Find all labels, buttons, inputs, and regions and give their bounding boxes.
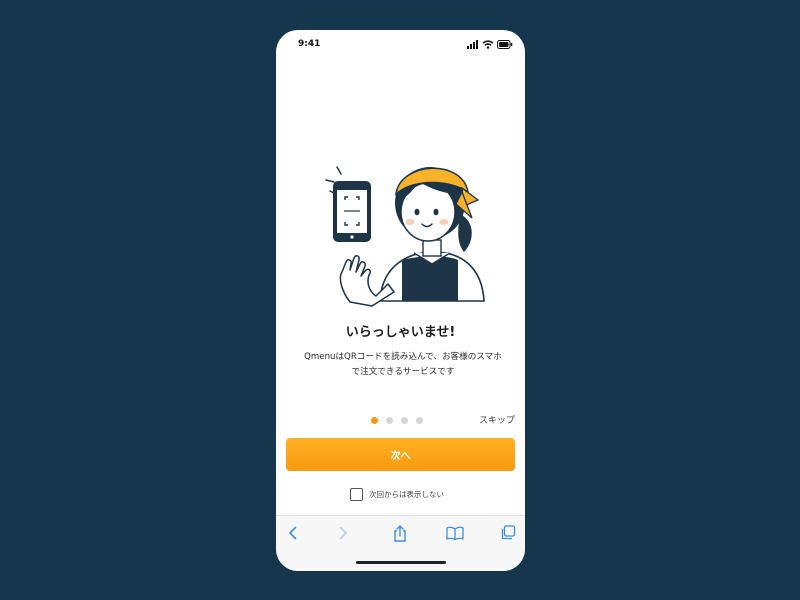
dont-show-again-option[interactable]: 次回からは表示しない — [350, 488, 444, 501]
back-icon[interactable] — [282, 523, 304, 543]
signal-icon — [467, 39, 478, 49]
welcome-title: いらっしゃいませ! — [345, 325, 456, 340]
description-line-2: で注文できるサービスです — [351, 367, 455, 377]
page-dot-1[interactable] — [371, 416, 378, 424]
welcome-illustration — [325, 166, 485, 307]
page-dot-2[interactable] — [386, 416, 393, 424]
page-dot-4[interactable] — [416, 416, 423, 424]
dont-show-checkbox[interactable] — [350, 488, 363, 501]
bookmarks-icon[interactable] — [444, 523, 466, 543]
next-button[interactable]: 次へ — [286, 438, 515, 471]
share-icon[interactable] — [389, 523, 411, 543]
tabs-icon[interactable] — [497, 523, 519, 543]
status-icons — [467, 39, 513, 49]
home-indicator — [356, 561, 446, 564]
status-bar: 9:41 — [276, 30, 525, 60]
welcome-description: QmenuはQRコードを読み込んで、お客様のスマホ で注文できるサービスです — [292, 350, 514, 380]
description-line-1: QmenuはQRコードを読み込んで、お客様のスマホ — [304, 352, 502, 362]
page-indicator — [371, 415, 423, 425]
forward-icon[interactable] — [332, 523, 354, 543]
browser-toolbar — [276, 515, 525, 571]
dont-show-label: 次回からは表示しない — [369, 490, 444, 499]
battery-icon — [497, 39, 513, 49]
phone-screen: 9:41 いらっしゃいませ! QmenuはQRコードを読み込んで、お客様のスマホ… — [276, 30, 525, 571]
status-time: 9:41 — [298, 39, 321, 49]
skip-button[interactable]: スキップ — [479, 413, 515, 426]
wifi-icon — [482, 39, 494, 49]
page-dot-3[interactable] — [401, 416, 408, 424]
